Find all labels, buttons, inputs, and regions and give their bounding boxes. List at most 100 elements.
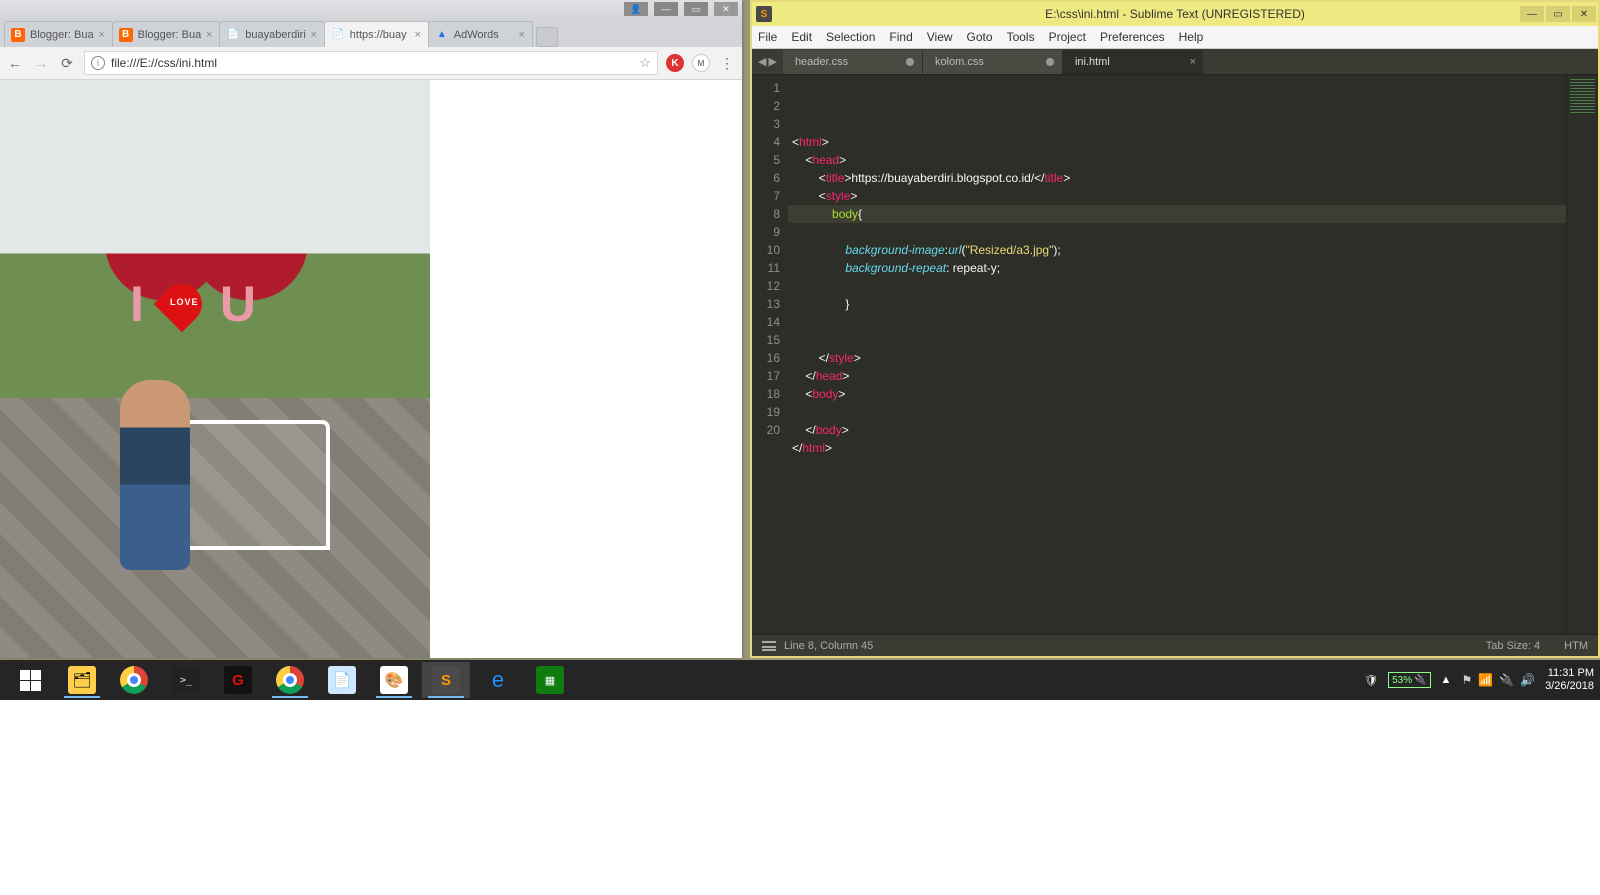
- extension-k-icon[interactable]: K: [666, 54, 684, 72]
- security-tray-icon[interactable]: 🛡: [1364, 674, 1378, 687]
- menu-help[interactable]: Help: [1179, 30, 1204, 44]
- browser-tab[interactable]: B Blogger: Bua ×: [112, 21, 221, 47]
- back-button[interactable]: ←: [6, 54, 24, 72]
- window-title: E:\css\ini.html - Sublime Text (UNREGIST…: [1045, 7, 1305, 21]
- tab-close-icon[interactable]: ×: [203, 29, 215, 41]
- chrome-menu-button[interactable]: ⋮: [718, 55, 736, 72]
- letter-i: I: [130, 275, 144, 333]
- taskbar-left: 🗂 >_ G 📄 🎨 S e ▦: [6, 662, 574, 698]
- menu-tools[interactable]: Tools: [1007, 30, 1035, 44]
- chrome-icon: [120, 666, 148, 694]
- tab-close-icon[interactable]: ×: [96, 29, 108, 41]
- taskbar-cmd[interactable]: >_: [162, 662, 210, 698]
- menu-view[interactable]: View: [927, 30, 953, 44]
- menu-project[interactable]: Project: [1049, 30, 1086, 44]
- file-explorer-icon: 🗂: [68, 666, 96, 694]
- menu-goto[interactable]: Goto: [967, 30, 993, 44]
- maximize-button[interactable]: ▭: [1546, 6, 1570, 22]
- clock-date: 3/26/2018: [1545, 680, 1594, 693]
- photo-text: I LOVE U: [130, 275, 256, 333]
- menu-find[interactable]: Find: [889, 30, 912, 44]
- taskbar-garena[interactable]: G: [214, 662, 262, 698]
- taskbar-right: 🛡 53%🔌 ▲ ⚑ 📶 🔌 🔊 11:31 PM 3/26/2018: [1364, 667, 1594, 693]
- taskbar-notepad[interactable]: 📄: [318, 662, 366, 698]
- battery-indicator[interactable]: 53%🔌: [1388, 672, 1430, 688]
- taskbar-ie[interactable]: e: [474, 662, 522, 698]
- browser-tab[interactable]: B Blogger: Bua ×: [4, 21, 113, 47]
- tab-left-icon[interactable]: ◀: [758, 55, 766, 68]
- taskbar-paint[interactable]: 🎨: [370, 662, 418, 698]
- start-button[interactable]: [6, 662, 54, 698]
- tab-close-icon[interactable]: ×: [1190, 56, 1196, 68]
- browser-tab[interactable]: 📄 buayaberdiri ×: [219, 21, 325, 47]
- browser-tab[interactable]: ▲ AdWords ×: [428, 21, 533, 47]
- volume-tray-icon[interactable]: 🔊: [1520, 673, 1535, 687]
- editor-tab[interactable]: kolom.css: [923, 50, 1063, 74]
- editor-tab[interactable]: header.css: [783, 50, 923, 74]
- tab-close-icon[interactable]: ×: [412, 29, 424, 41]
- tab-label: ini.html: [1075, 56, 1110, 68]
- menu-edit[interactable]: Edit: [791, 30, 812, 44]
- taskbar-chrome-running[interactable]: [266, 662, 314, 698]
- minimap[interactable]: [1566, 75, 1598, 634]
- photo-person: [120, 380, 190, 570]
- new-tab-button[interactable]: [536, 27, 558, 47]
- sublime-status-bar: Line 8, Column 45 Tab Size: 4 HTM: [752, 634, 1598, 656]
- tab-label: buayaberdiri: [245, 29, 306, 41]
- page-icon: 📄: [226, 28, 240, 42]
- browser-tab-active[interactable]: 📄 https://buay ×: [324, 21, 429, 47]
- heart-icon: LOVE: [154, 276, 211, 333]
- sublime-titlebar[interactable]: S E:\css\ini.html - Sublime Text (UNREGI…: [752, 2, 1598, 26]
- usb-tray-icon[interactable]: 🔌: [1499, 673, 1514, 687]
- tab-label: Blogger: Bua: [138, 29, 202, 41]
- love-text: LOVE: [170, 297, 199, 307]
- minimize-button[interactable]: —: [654, 2, 678, 16]
- source-code: <html> <head> <title>https://buayaberdir…: [792, 133, 1566, 475]
- dirty-indicator-icon: [906, 58, 914, 66]
- address-bar[interactable]: i ☆: [84, 51, 658, 75]
- editor-tab-active[interactable]: ini.html ×: [1063, 50, 1203, 74]
- url-input[interactable]: [111, 56, 633, 70]
- user-indicator-icon[interactable]: 👤: [624, 2, 648, 16]
- background-photo: I LOVE U: [0, 80, 430, 658]
- blogger-icon: B: [119, 28, 133, 42]
- tray-expand-icon[interactable]: ▲: [1441, 674, 1452, 686]
- taskbar-clock[interactable]: 11:31 PM 3/26/2018: [1545, 667, 1594, 693]
- menu-file[interactable]: File: [758, 30, 777, 44]
- flag-tray-icon[interactable]: ⚑: [1461, 673, 1472, 687]
- code-area[interactable]: <html> <head> <title>https://buayaberdir…: [788, 75, 1566, 634]
- close-button[interactable]: ✕: [1572, 6, 1596, 22]
- tab-close-icon[interactable]: ×: [308, 29, 320, 41]
- tab-right-icon[interactable]: ▶: [768, 55, 776, 68]
- sublime-icon: S: [432, 666, 460, 694]
- reload-button[interactable]: ⟳: [58, 54, 76, 72]
- taskbar-chrome-pinned[interactable]: [110, 662, 158, 698]
- tab-size-indicator[interactable]: Tab Size: 4: [1486, 640, 1540, 652]
- maximize-button[interactable]: ▭: [684, 2, 708, 16]
- gmail-extension-icon[interactable]: M: [692, 54, 710, 72]
- line-number-gutter: 1234567891011121314151617181920: [752, 75, 788, 634]
- taskbar-excel[interactable]: ▦: [526, 662, 574, 698]
- taskbar-explorer[interactable]: 🗂: [58, 662, 106, 698]
- paint-icon: 🎨: [380, 666, 408, 694]
- blogger-icon: B: [11, 28, 25, 42]
- syntax-indicator[interactable]: HTM: [1564, 640, 1588, 652]
- taskbar-sublime[interactable]: S: [422, 662, 470, 698]
- dirty-indicator-icon: [1046, 58, 1054, 66]
- sublime-menubar: File Edit Selection Find View Goto Tools…: [752, 26, 1598, 49]
- sublime-tab-bar: ◀ ▶ header.css kolom.css ini.html ×: [752, 49, 1598, 75]
- chrome-toolbar: ← → ⟳ i ☆ K M ⋮: [0, 47, 742, 80]
- menu-preferences[interactable]: Preferences: [1100, 30, 1165, 44]
- sidebar-toggle-icon[interactable]: [762, 641, 776, 651]
- sublime-window: S E:\css\ini.html - Sublime Text (UNREGI…: [750, 0, 1600, 658]
- garena-icon: G: [224, 666, 252, 694]
- bookmark-star-icon[interactable]: ☆: [639, 55, 651, 71]
- forward-button[interactable]: →: [32, 54, 50, 72]
- site-info-icon[interactable]: i: [91, 56, 105, 70]
- tab-close-icon[interactable]: ×: [516, 29, 528, 41]
- system-tray: ⚑ 📶 🔌 🔊: [1461, 673, 1535, 687]
- network-tray-icon[interactable]: 📶: [1478, 673, 1493, 687]
- menu-selection[interactable]: Selection: [826, 30, 875, 44]
- minimize-button[interactable]: —: [1520, 6, 1544, 22]
- close-button[interactable]: ✕: [714, 2, 738, 16]
